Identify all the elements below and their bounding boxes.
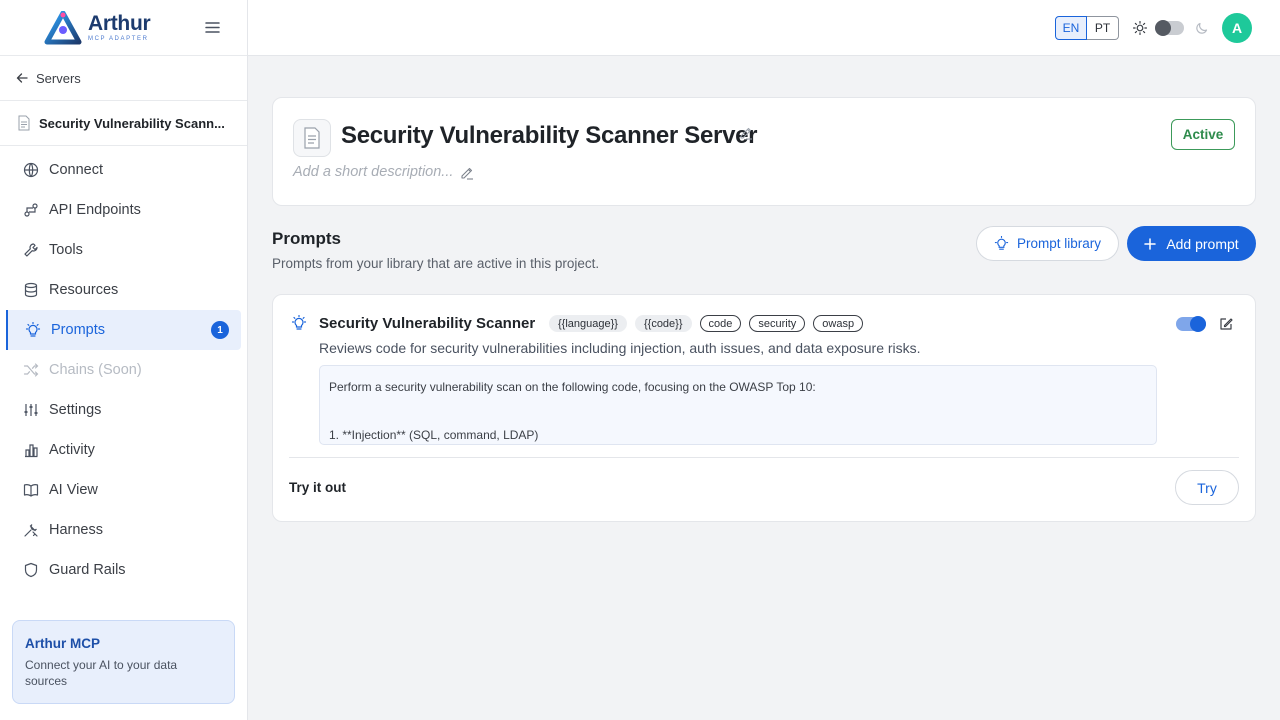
sidebar-item-label: Connect [49, 162, 104, 178]
hamburger-menu-icon[interactable] [204, 19, 221, 36]
prompt-description: Reviews code for security vulnerabilitie… [319, 340, 921, 356]
wrench-icon [22, 242, 39, 259]
prompt-template-preview: Perform a security vulnerability scan on… [319, 365, 1157, 445]
prompt-library-label: Prompt library [1016, 236, 1102, 251]
language-switcher: EN PT [1055, 16, 1119, 40]
add-prompt-button[interactable]: Add prompt [1127, 226, 1256, 261]
api-icon [22, 202, 39, 219]
plus-icon [1144, 237, 1157, 250]
arthur-logo-icon [44, 10, 82, 44]
page-title: Security Vulnerability Scanner Server [341, 122, 758, 149]
sidebar-item-label: Resources [49, 282, 119, 298]
arrow-left-icon [16, 73, 28, 83]
prompts-section-subtitle: Prompts from your library that are activ… [272, 256, 600, 271]
tools-icon [22, 522, 39, 539]
globe-icon [22, 162, 39, 179]
sidebar-item-label: Prompts [51, 322, 105, 338]
server-header-card: Security Vulnerability Scanner Server Ad… [272, 97, 1256, 206]
shuffle-icon [22, 362, 39, 379]
status-badge: Active [1171, 119, 1235, 150]
shield-icon [22, 562, 39, 579]
sidebar-item-label: Tools [49, 242, 83, 258]
prompt-toggle-knob [1190, 316, 1206, 332]
database-icon [22, 282, 39, 299]
variable-tag: {{code}} [634, 315, 692, 332]
sidebar-item-resources[interactable]: Resources [0, 270, 247, 310]
try-it-out-label: Try it out [289, 480, 346, 495]
prompts-count-badge: 1 [211, 321, 229, 339]
document-icon [304, 127, 320, 149]
edit-prompt-icon[interactable] [1218, 316, 1234, 332]
sidebar-item-label: Harness [49, 522, 103, 538]
language-pt-button[interactable]: PT [1087, 16, 1119, 40]
promo-card: Arthur MCP Connect your AI to your data … [12, 620, 235, 704]
sidebar-item-label: Guard Rails [49, 562, 126, 578]
sidebar-item-chains: Chains (Soon) [0, 350, 247, 390]
sidebar: Arthur MCP ADAPTER Servers Security Vuln… [0, 0, 248, 720]
edit-title-icon[interactable] [739, 126, 753, 140]
prompt-card: Security Vulnerability Scanner {{languag… [272, 294, 1256, 522]
sidebar-item-guard-rails[interactable]: Guard Rails [0, 550, 247, 590]
current-server: Security Vulnerability Scann... [0, 101, 247, 146]
sidebar-item-label: Settings [49, 402, 102, 418]
prompt-template-line: 1. **Injection** (SQL, command, LDAP) [329, 428, 539, 442]
document-icon [18, 115, 30, 131]
sun-icon [1133, 21, 1147, 35]
keyword-tag: owasp [813, 315, 864, 332]
sidebar-item-connect[interactable]: Connect [0, 150, 247, 190]
prompts-section-title: Prompts [272, 229, 341, 248]
sidebar-item-settings[interactable]: Settings [0, 390, 247, 430]
avatar[interactable]: A [1222, 13, 1252, 43]
sidebar-item-tools[interactable]: Tools [0, 230, 247, 270]
theme-toggle-knob [1155, 20, 1171, 36]
sidebar-item-prompts[interactable]: Prompts 1 [6, 310, 241, 350]
prompt-library-button[interactable]: Prompt library [976, 226, 1119, 261]
sidebar-nav: Connect API Endpoints Tools Resources Pr… [0, 146, 247, 590]
sidebar-item-label: AI View [49, 482, 98, 498]
back-to-servers-link[interactable]: Servers [0, 56, 247, 101]
sidebar-item-label: Activity [49, 442, 95, 458]
theme-toggle[interactable] [1155, 20, 1184, 36]
sidebar-item-api-endpoints[interactable]: API Endpoints [0, 190, 247, 230]
promo-text: Connect your AI to your data sources [25, 658, 178, 688]
description-placeholder[interactable]: Add a short description... [293, 164, 453, 180]
bar-chart-icon [22, 442, 39, 459]
variable-tag: {{language}} [549, 315, 627, 332]
current-server-name: Security Vulnerability Scann... [39, 115, 225, 131]
sidebar-item-activity[interactable]: Activity [0, 430, 247, 470]
try-button[interactable]: Try [1175, 470, 1239, 505]
moon-icon [1196, 22, 1208, 34]
lightbulb-icon [994, 236, 1009, 250]
sidebar-item-ai-view[interactable]: AI View [0, 470, 247, 510]
divider [289, 457, 1239, 458]
book-icon [22, 482, 39, 499]
sidebar-item-label: Chains (Soon) [49, 362, 142, 378]
brand-name: Arthur [88, 12, 151, 35]
brand: Arthur MCP ADAPTER [0, 0, 247, 56]
language-en-button[interactable]: EN [1055, 16, 1087, 40]
promo-title: Arthur MCP [25, 636, 100, 651]
prompt-template-line: Perform a security vulnerability scan on… [329, 380, 816, 394]
prompt-enabled-toggle[interactable] [1176, 316, 1206, 332]
server-icon-box [293, 119, 331, 157]
add-prompt-label: Add prompt [1166, 235, 1239, 252]
prompt-name: Security Vulnerability Scanner [319, 315, 536, 332]
keyword-tag: code [699, 315, 742, 332]
sidebar-item-label: API Endpoints [49, 202, 141, 218]
prompt-tags: {{language}} {{code}} code security owas… [549, 315, 871, 332]
lightbulb-icon [291, 315, 307, 330]
topbar: EN PT A [248, 0, 1280, 56]
sliders-icon [22, 402, 39, 419]
lightbulb-icon [24, 322, 41, 339]
back-link-label: Servers [36, 70, 81, 86]
edit-description-icon[interactable] [460, 166, 474, 180]
sidebar-item-harness[interactable]: Harness [0, 510, 247, 550]
keyword-tag: security [749, 315, 806, 332]
brand-subtitle: MCP ADAPTER [88, 36, 149, 42]
